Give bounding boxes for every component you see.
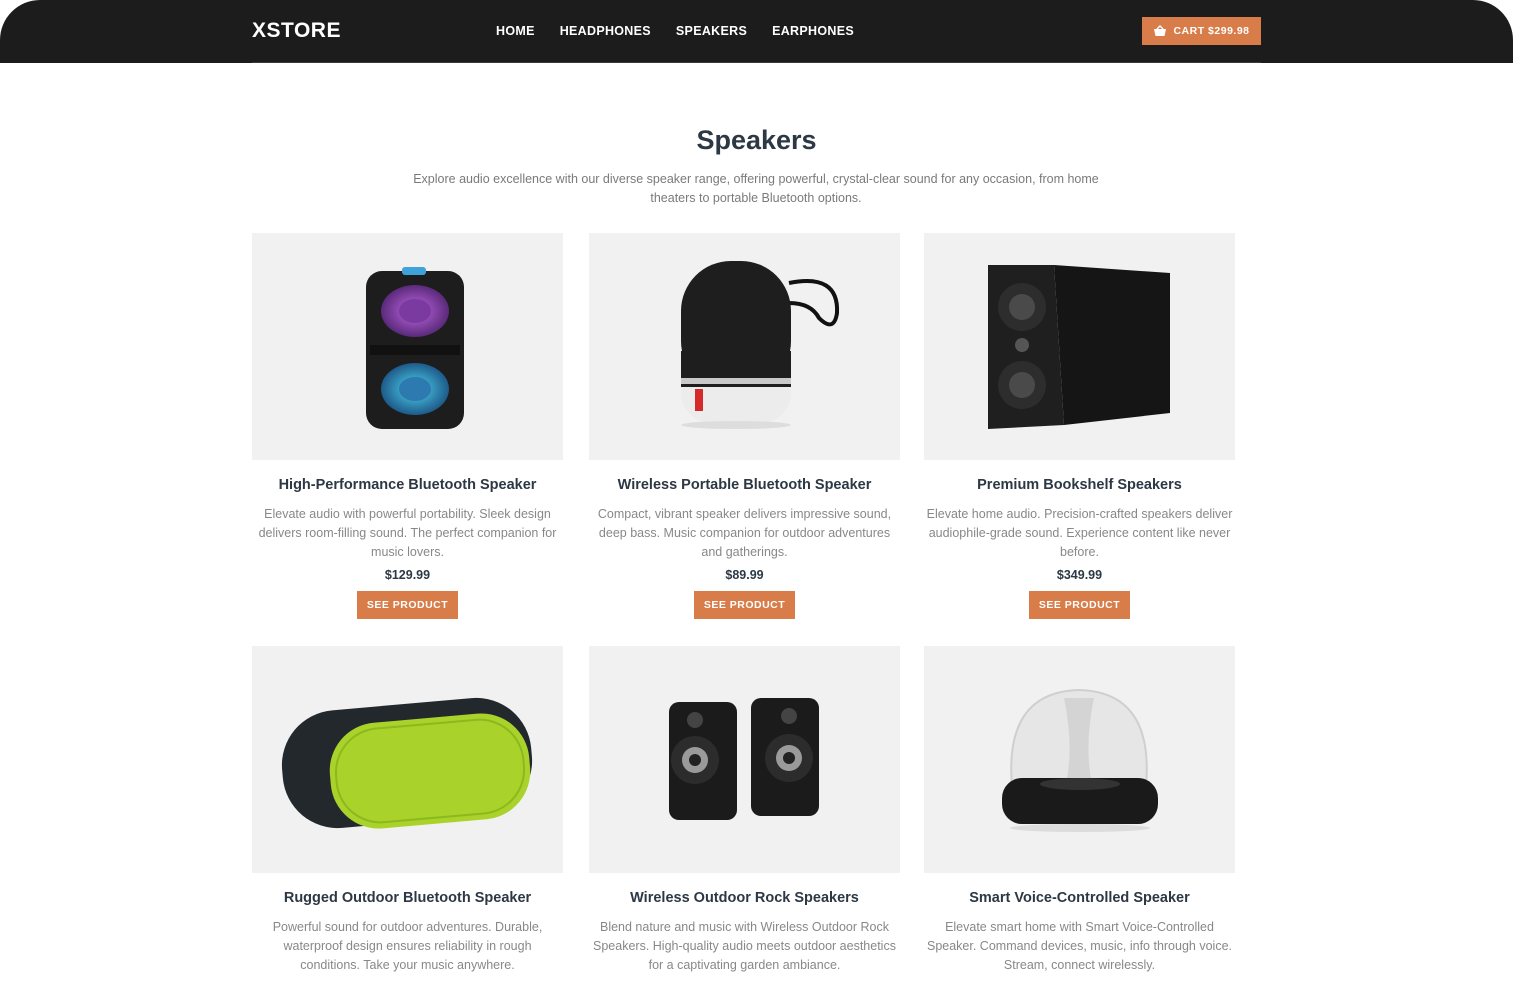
page-title: Speakers	[696, 125, 817, 155]
product-image[interactable]	[252, 233, 563, 460]
product-card: High-Performance Bluetooth Speaker Eleva…	[252, 233, 563, 619]
see-product-button[interactable]: SEE PRODUCT	[357, 591, 458, 619]
product-image[interactable]	[252, 646, 563, 873]
product-name: High-Performance Bluetooth Speaker	[278, 477, 537, 493]
product-card: Rugged Outdoor Bluetooth Speaker Powerfu…	[252, 646, 563, 975]
product-card: Wireless Portable Bluetooth Speaker Comp…	[589, 233, 900, 619]
nav-earphones-link[interactable]: EARPHONES	[772, 24, 854, 38]
page-subtitle: Explore audio excellence with our divers…	[413, 172, 1099, 205]
product-image[interactable]	[924, 646, 1235, 873]
top-navbar: XSTORE HOME HEADPHONES SPEAKERS EARPHONE…	[0, 0, 1513, 63]
product-description: Compact, vibrant speaker delivers impres…	[597, 507, 892, 559]
nav-speakers-link[interactable]: SPEAKERS	[676, 24, 747, 38]
nav-headphones-link[interactable]: HEADPHONES	[560, 24, 651, 38]
product-price: $89.99	[725, 568, 764, 582]
product-image[interactable]	[924, 233, 1235, 460]
product-name: Premium Bookshelf Speakers	[977, 477, 1182, 493]
pair-speakers-image	[669, 698, 819, 820]
product-name: Wireless Outdoor Rock Speakers	[630, 890, 859, 906]
product-description: Elevate audio with powerful portability.…	[258, 507, 557, 559]
store-logo[interactable]: XSTORE	[252, 19, 341, 43]
header-divider	[252, 62, 1261, 63]
product-price: $129.99	[384, 568, 431, 582]
product-description: Powerful sound for outdoor adventures. D…	[272, 920, 543, 972]
basket-icon	[1154, 25, 1167, 36]
dome-speaker-image	[1002, 688, 1158, 832]
product-name: Smart Voice-Controlled Speaker	[969, 890, 1190, 906]
cart-button[interactable]: CART $299.98	[1142, 17, 1261, 45]
see-product-button[interactable]: SEE PRODUCT	[694, 591, 795, 619]
main-nav: HOME HEADPHONES SPEAKERS EARPHONES	[496, 24, 879, 38]
product-card: Smart Voice-Controlled Speaker Elevate s…	[924, 646, 1235, 975]
product-description: Elevate smart home with Smart Voice-Cont…	[926, 920, 1232, 972]
see-product-button[interactable]: SEE PRODUCT	[1029, 591, 1130, 619]
product-price: $349.99	[1056, 568, 1103, 582]
product-name: Wireless Portable Bluetooth Speaker	[617, 477, 872, 493]
cart-label: CART $299.98	[1173, 25, 1250, 37]
cylinder-speaker-image	[681, 261, 840, 429]
rugged-speaker-image	[281, 697, 533, 829]
product-name: Rugged Outdoor Bluetooth Speaker	[283, 890, 532, 906]
party-speaker-image	[366, 267, 464, 429]
product-image[interactable]	[589, 233, 900, 460]
product-description: Elevate home audio. Precision-crafted sp…	[926, 507, 1233, 559]
product-description: Blend nature and music with Wireless Out…	[593, 920, 896, 972]
product-card: Wireless Outdoor Rock Speakers Blend nat…	[589, 646, 900, 975]
product-image[interactable]	[589, 646, 900, 873]
product-card: Premium Bookshelf Speakers Elevate home …	[924, 233, 1235, 619]
bookshelf-speaker-image	[988, 265, 1170, 429]
nav-home-link[interactable]: HOME	[496, 24, 535, 38]
